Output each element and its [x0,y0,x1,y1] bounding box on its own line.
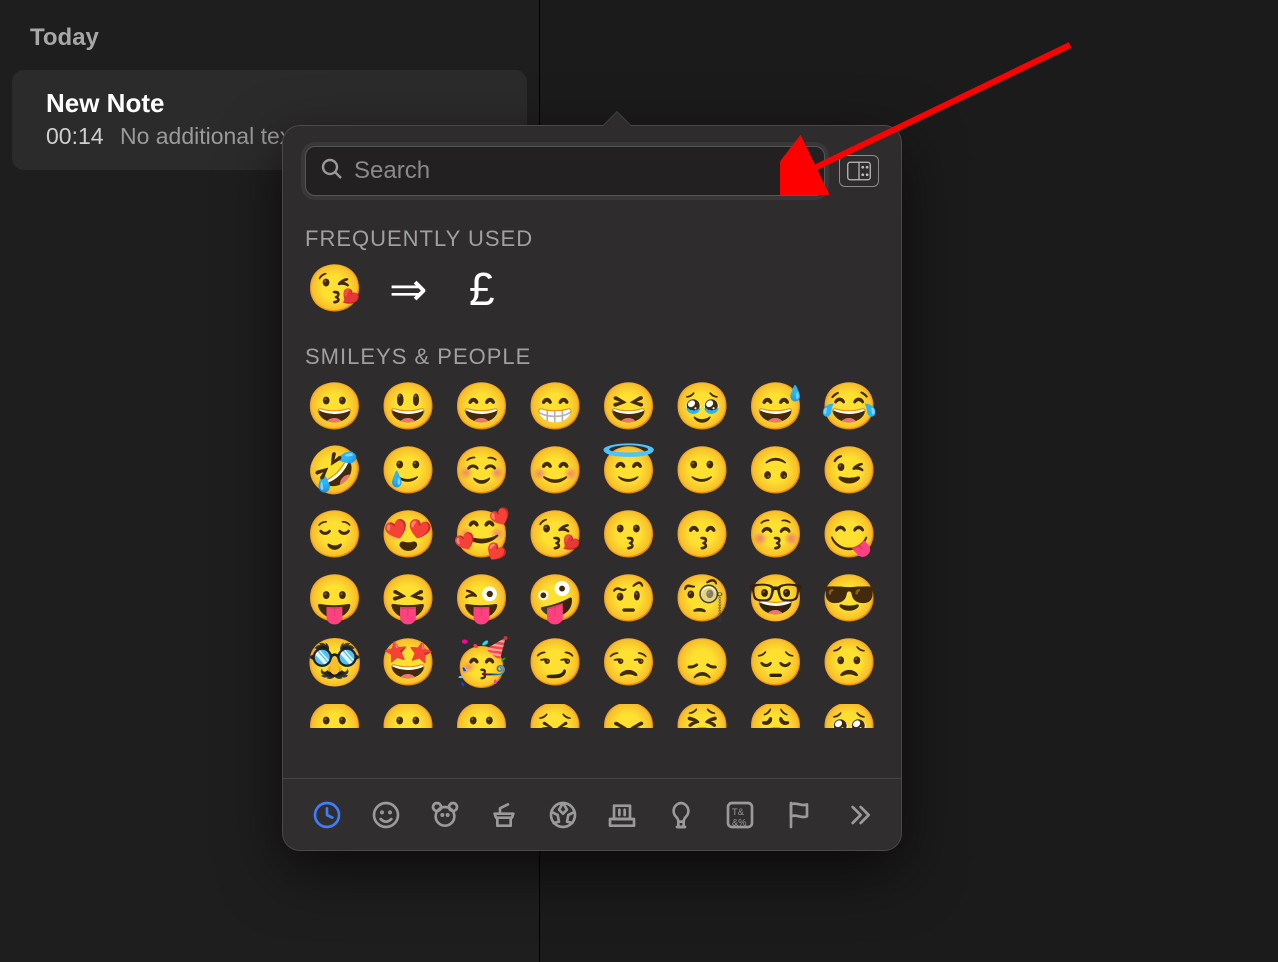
emoji-smiley-30[interactable]: 🤓 [746,576,806,622]
emoji-frequent-0[interactable]: 😘 [305,266,365,312]
expand-character-viewer-button[interactable] [839,155,879,187]
search-icon [320,157,344,186]
emoji-search-input[interactable] [354,157,810,185]
emoji-smiley-33[interactable]: 🤩 [379,640,439,686]
emoji-picker: FREQUENTLY USED 😘 ⇒ £ SMILEYS & PEOPLE 😀 😃 😄… [282,125,902,851]
emoji-smiley-42[interactable]: ☹️ [452,704,512,728]
group-label-smileys: SMILEYS & PEOPLE [305,344,879,370]
emoji-smiley-47[interactable]: 🥺 [820,704,880,728]
emoji-smiley-22[interactable]: 😚 [746,512,806,558]
emoji-smiley-28[interactable]: 🤨 [599,576,659,622]
emoji-smiley-3[interactable]: 😁 [526,384,586,430]
emoji-smiley-31[interactable]: 😎 [820,576,880,622]
emoji-smiley-44[interactable]: 😖 [599,704,659,728]
emoji-smiley-45[interactable]: 😫 [673,704,733,728]
emoji-smiley-29[interactable]: 🧐 [673,576,733,622]
emoji-smiley-15[interactable]: 😉 [820,448,880,494]
emoji-smiley-46[interactable]: 😩 [746,704,806,728]
emoji-smiley-7[interactable]: 😂 [820,384,880,430]
group-label-frequent: FREQUENTLY USED [305,226,879,252]
emoji-smiley-32[interactable]: 🥸 [305,640,365,686]
emoji-smiley-4[interactable]: 😆 [599,384,659,430]
emoji-smiley-35[interactable]: 😏 [526,640,586,686]
category-animals[interactable] [423,793,467,837]
emoji-smiley-25[interactable]: 😝 [379,576,439,622]
section-header-today: Today [0,10,539,70]
emoji-smiley-20[interactable]: 😗 [599,512,659,558]
emoji-smiley-12[interactable]: 😇 [599,448,659,494]
emoji-smiley-9[interactable]: 🥲 [379,448,439,494]
emoji-smiley-34[interactable]: 🥳 [452,640,512,686]
emoji-smiley-6[interactable]: 😅 [746,384,806,430]
emoji-scroll-area[interactable]: FREQUENTLY USED 😘 ⇒ £ SMILEYS & PEOPLE 😀 😃 😄… [283,196,901,778]
emoji-smiley-19[interactable]: 😘 [526,512,586,558]
emoji-smiley-18[interactable]: 🥰 [452,512,512,558]
emoji-smiley-5[interactable]: 🥹 [673,384,733,430]
emoji-smiley-11[interactable]: 😊 [526,448,586,494]
emoji-smiley-41[interactable]: 🙁 [379,704,439,728]
emoji-smiley-40[interactable]: 😕 [305,704,365,728]
note-title: New Note [46,88,493,119]
emoji-frequent-1[interactable]: ⇒ [379,266,439,312]
category-activity[interactable] [541,793,585,837]
emoji-smiley-43[interactable]: 😣 [526,704,586,728]
emoji-smiley-1[interactable]: 😃 [379,384,439,430]
category-smileys[interactable] [364,793,408,837]
category-flags[interactable] [777,793,821,837]
note-preview: No additional text [120,123,298,149]
emoji-smiley-36[interactable]: 😒 [599,640,659,686]
svg-text:T&: T& [732,807,745,817]
emoji-frequent-2[interactable]: £ [452,266,512,312]
emoji-smiley-23[interactable]: 😋 [820,512,880,558]
emoji-smiley-21[interactable]: 😙 [673,512,733,558]
emoji-smiley-10[interactable]: ☺️ [452,448,512,494]
emoji-smiley-16[interactable]: 😌 [305,512,365,558]
emoji-category-bar: T&&% [283,778,901,850]
emoji-smiley-13[interactable]: 🙂 [673,448,733,494]
emoji-smiley-14[interactable]: 🙃 [746,448,806,494]
emoji-smiley-39[interactable]: 😟 [820,640,880,686]
emoji-smiley-0[interactable]: 😀 [305,384,365,430]
note-time: 00:14 [46,123,104,149]
emoji-smiley-17[interactable]: 😍 [379,512,439,558]
emoji-smiley-37[interactable]: 😞 [673,640,733,686]
emoji-smiley-2[interactable]: 😄 [452,384,512,430]
category-objects[interactable] [659,793,703,837]
category-symbols[interactable]: T&&% [718,793,762,837]
emoji-smiley-27[interactable]: 🤪 [526,576,586,622]
category-food[interactable] [482,793,526,837]
svg-text:&%: &% [732,817,747,827]
category-travel[interactable] [600,793,644,837]
category-recent[interactable] [305,793,349,837]
category-more[interactable] [836,793,880,837]
emoji-smiley-38[interactable]: 😔 [746,640,806,686]
emoji-search-field[interactable] [305,146,825,196]
emoji-smiley-8[interactable]: 🤣 [305,448,365,494]
emoji-smiley-24[interactable]: 😛 [305,576,365,622]
emoji-smiley-26[interactable]: 😜 [452,576,512,622]
